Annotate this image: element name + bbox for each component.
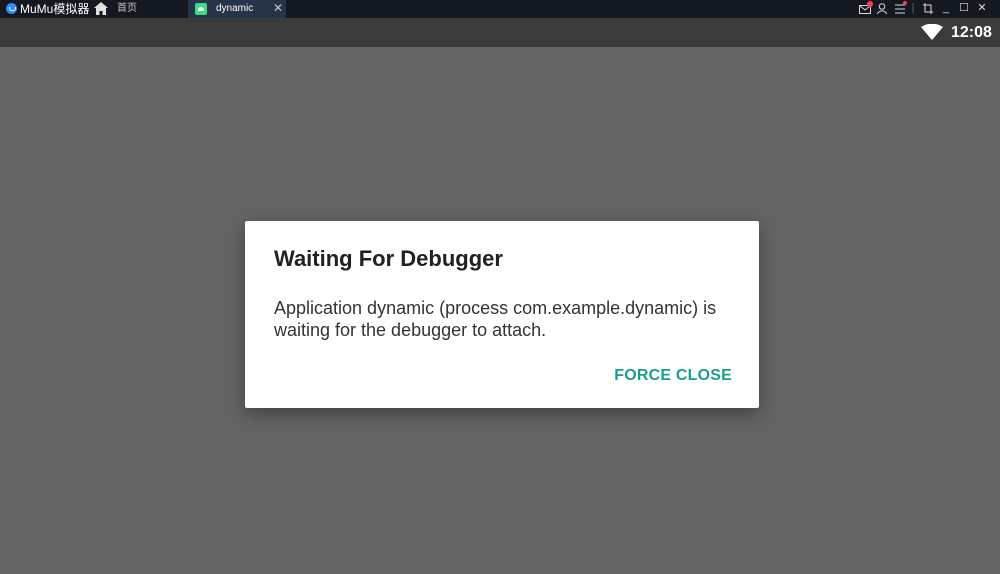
force-close-button[interactable]: FORCE CLOSE [614, 366, 732, 386]
wifi-icon [921, 24, 943, 40]
dialog-title: Waiting For Debugger [274, 246, 503, 271]
mumu-logo-icon [6, 3, 17, 14]
app-name: MuMu模拟器 [20, 2, 90, 16]
minimize-button[interactable]: _ [940, 2, 952, 15]
notification-badge [867, 1, 873, 7]
home-icon[interactable] [94, 2, 108, 15]
maximize-button[interactable]: ☐ [958, 2, 970, 15]
android-status-bar: 12:08 [0, 18, 1000, 47]
menu-badge [903, 1, 907, 5]
tab-label: dynamic [216, 3, 254, 14]
dialog-message: Application dynamic (process com.example… [274, 298, 717, 340]
window-controls: | _ ☐ ✕ [856, 0, 996, 18]
tab-dynamic[interactable]: dynamic ✕ [188, 0, 286, 18]
emulator-title-bar: MuMu模拟器 首页 dynamic ✕ | _ ☐ ✕ [0, 0, 1000, 18]
close-window-button[interactable]: ✕ [976, 2, 988, 15]
crop-icon[interactable] [922, 2, 934, 15]
divider: | [911, 2, 915, 14]
android-app-icon [195, 3, 207, 15]
tab-close-icon[interactable]: ✕ [273, 0, 283, 16]
home-tab-label[interactable]: 首页 [117, 2, 137, 16]
status-clock: 12:08 [951, 24, 992, 41]
waiting-for-debugger-dialog: Waiting For Debugger Application dynamic… [245, 221, 759, 408]
user-icon[interactable] [876, 2, 888, 15]
